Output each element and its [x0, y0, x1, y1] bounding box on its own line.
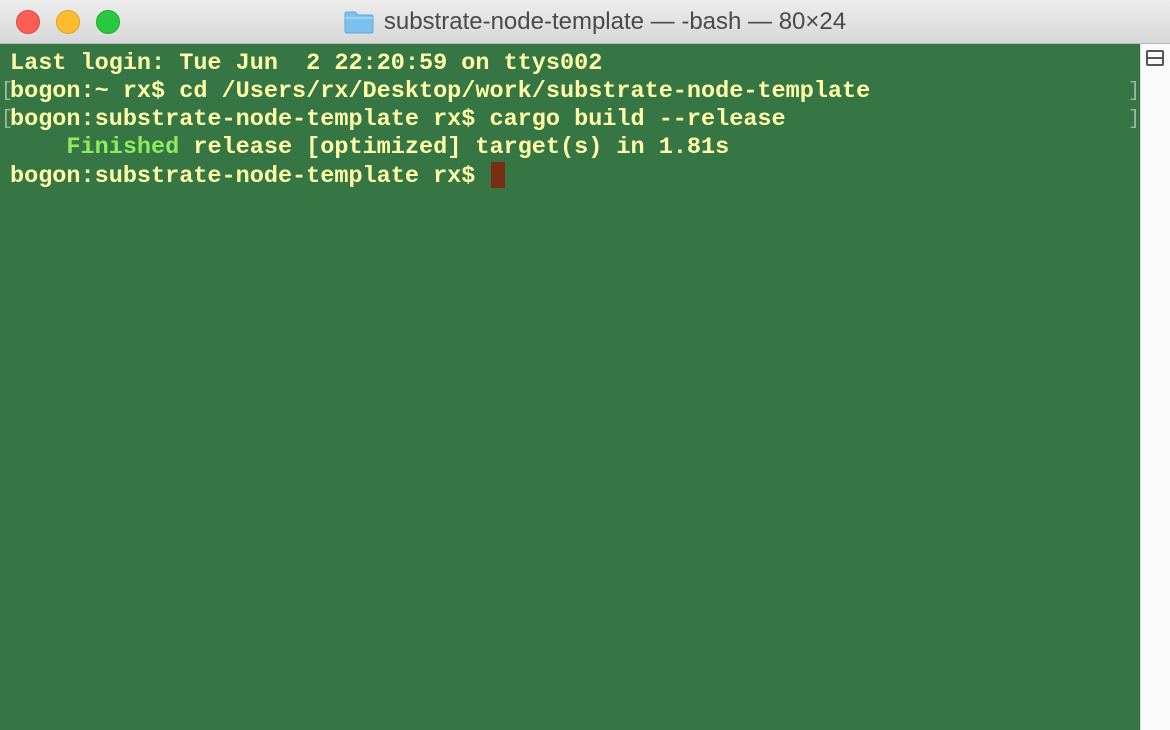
- terminal-content[interactable]: Last login: Tue Jun 2 22:20:59 on ttys00…: [0, 44, 1140, 730]
- mark-left-line2: [: [1, 80, 14, 103]
- split-pane-icon[interactable]: [1146, 50, 1164, 66]
- output-line-cd-command: bogon:~ rx$ cd /Users/rx/Desktop/work/su…: [10, 78, 871, 105]
- terminal-output: Last login: Tue Jun 2 22:20:59 on ttys00…: [10, 50, 870, 190]
- vertical-scrollbar[interactable]: [1140, 44, 1170, 730]
- output-line-cargo-command: bogon:substrate-node-template rx$ cargo …: [10, 106, 786, 133]
- mark-right-line3: ]: [1128, 108, 1140, 131]
- build-summary: release [optimized] target(s) in 1.81s: [179, 134, 730, 161]
- output-line-build-result: Finished release [optimized] target(s) i…: [10, 134, 870, 162]
- window-title: substrate-node-template — -bash — 80×24: [383, 8, 847, 35]
- mark-left-line3: [: [1, 108, 14, 131]
- folder-icon: [344, 11, 374, 34]
- prompt-line[interactable]: bogon:substrate-node-template rx$: [10, 162, 870, 190]
- title-bar[interactable]: substrate-node-template — -bash — 80×24: [0, 0, 1170, 44]
- terminal-window: substrate-node-template — -bash — 80×24 …: [0, 0, 1170, 730]
- mark-right-line2: ]: [1128, 80, 1140, 103]
- shell-prompt: bogon:substrate-node-template rx$: [10, 163, 490, 190]
- output-line-last-login: Last login: Tue Jun 2 22:20:59 on ttys00…: [10, 50, 603, 77]
- text-cursor: [491, 162, 506, 188]
- finished-status: Finished: [66, 134, 180, 161]
- window-title-group: substrate-node-template — -bash — 80×24: [0, 0, 1170, 44]
